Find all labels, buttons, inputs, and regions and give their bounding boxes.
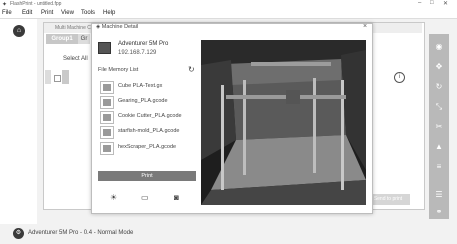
machine-row-marker [45,70,51,84]
move-icon[interactable]: ✥ [434,62,444,72]
printer-status-icon[interactable]: ⚙ [13,228,24,239]
camera-feed-image [201,40,366,205]
select-all-label[interactable]: Select All [63,56,88,62]
home-icon[interactable]: ⌂ [13,25,25,37]
file-thumbnail [100,142,114,155]
file-thumbnail [100,96,114,109]
layers-icon[interactable]: ≡ [434,162,444,172]
app-logo-icon: ✦ [2,2,8,8]
info-icon[interactable]: i [394,72,405,83]
file-item[interactable]: hexScraper_PLA.gcode [118,144,176,150]
menu-help[interactable]: Help [103,10,115,16]
close-icon[interactable]: × [363,23,367,30]
eye-icon[interactable]: ◉ [434,42,444,52]
file-item[interactable]: Cube PLA-Text.gx [118,83,162,89]
machine-detail-title: ◈ Machine Detail [96,24,138,30]
menu-tools[interactable]: Tools [81,10,95,16]
printer-name: Adventurer 5M Pro [118,41,169,47]
machine-thumbnail [62,70,69,84]
window-title: FlashPrint - untitled.fpp [10,1,62,7]
link-icon[interactable]: ⚭ [434,207,444,217]
maximize-button[interactable]: □ [430,0,434,6]
file-item[interactable]: Gearing_PLA.gcode [118,98,168,104]
minimize-button[interactable]: – [418,0,421,6]
file-thumbnail [100,81,114,94]
scale-icon[interactable]: ⤡ [434,102,444,112]
video-icon[interactable]: ▭ [141,193,149,202]
camera-icon[interactable]: ◙ [174,193,179,202]
file-thumbnail [100,126,114,139]
file-thumbnail [100,111,114,124]
tab-group2[interactable]: Gr [78,34,90,44]
file-item[interactable]: starfish-mold_PLA.gcode [118,128,179,134]
machine-checkbox[interactable] [54,75,61,82]
status-text: Adventurer 5M Pro - 0.4 - Normal Mode [28,230,134,236]
menu-print[interactable]: Print [41,10,53,16]
printer-ip: 192.168.7.129 [118,50,157,56]
left-panel [0,19,37,224]
camera-feed [201,40,366,205]
menu-file[interactable]: File [2,10,12,16]
support-icon[interactable]: ▲ [434,142,444,152]
title-bar [0,0,457,9]
menu-view[interactable]: View [61,10,74,16]
print-button[interactable]: Print [98,171,196,181]
rotate-icon[interactable]: ↻ [434,82,444,92]
refresh-icon[interactable]: ↻ [188,65,195,74]
close-window-button[interactable]: ✕ [443,0,448,7]
tab-group1[interactable]: Group1 [46,34,78,44]
printer-icon [98,42,111,54]
sliders-icon[interactable]: ☰ [434,190,444,200]
cut-icon[interactable]: ✂ [434,122,444,132]
file-item[interactable]: Cookie Cutter_PLA.gcode [118,113,182,119]
menu-edit[interactable]: Edit [22,10,32,16]
machine-detail-title-text: Machine Detail [101,24,139,30]
light-bulb-icon[interactable]: ☀ [110,193,117,202]
file-memory-list-label: File Memory List [98,67,139,73]
